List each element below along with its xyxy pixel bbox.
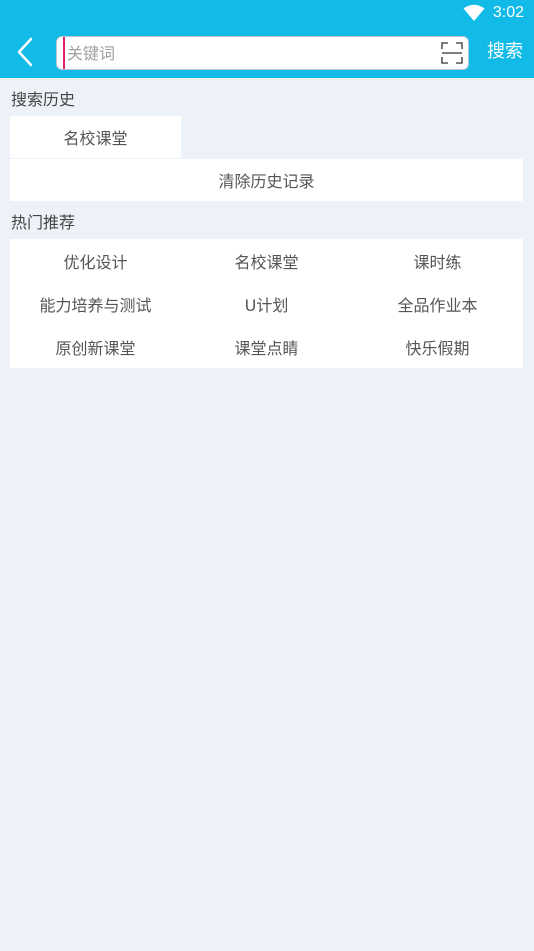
status-bar: 3:02 (0, 0, 534, 28)
hot-item[interactable]: 课堂点睛 (181, 325, 352, 368)
hot-item[interactable]: 优化设计 (10, 239, 181, 282)
hot-item[interactable]: 能力培养与测试 (10, 282, 181, 325)
scan-icon[interactable] (441, 42, 463, 64)
wifi-icon (463, 4, 485, 21)
hot-item[interactable]: 名校课堂 (181, 239, 352, 282)
search-button[interactable]: 搜索 (487, 40, 523, 64)
search-box[interactable] (56, 36, 469, 70)
history-title: 搜索历史 (11, 90, 76, 109)
hot-item[interactable]: 课时练 (352, 239, 523, 282)
history-item[interactable]: 名校课堂 (10, 116, 181, 158)
header: 3:02 搜索 (0, 0, 534, 78)
search-input[interactable] (63, 37, 433, 69)
hot-grid: 优化设计 名校课堂 课时练 能力培养与测试 U计划 全品作业本 原创新课堂 课堂… (10, 239, 523, 368)
hot-item[interactable]: U计划 (181, 282, 352, 325)
chevron-left-icon (17, 37, 33, 67)
hot-item[interactable]: 全品作业本 (352, 282, 523, 325)
hot-item[interactable]: 快乐假期 (352, 325, 523, 368)
status-time: 3:02 (492, 4, 524, 21)
back-button[interactable] (8, 33, 42, 71)
history-list: 名校课堂 (10, 116, 523, 158)
hot-item[interactable]: 原创新课堂 (10, 325, 181, 368)
hot-title: 热门推荐 (11, 213, 76, 232)
clear-history-button[interactable]: 清除历史记录 (10, 159, 523, 201)
